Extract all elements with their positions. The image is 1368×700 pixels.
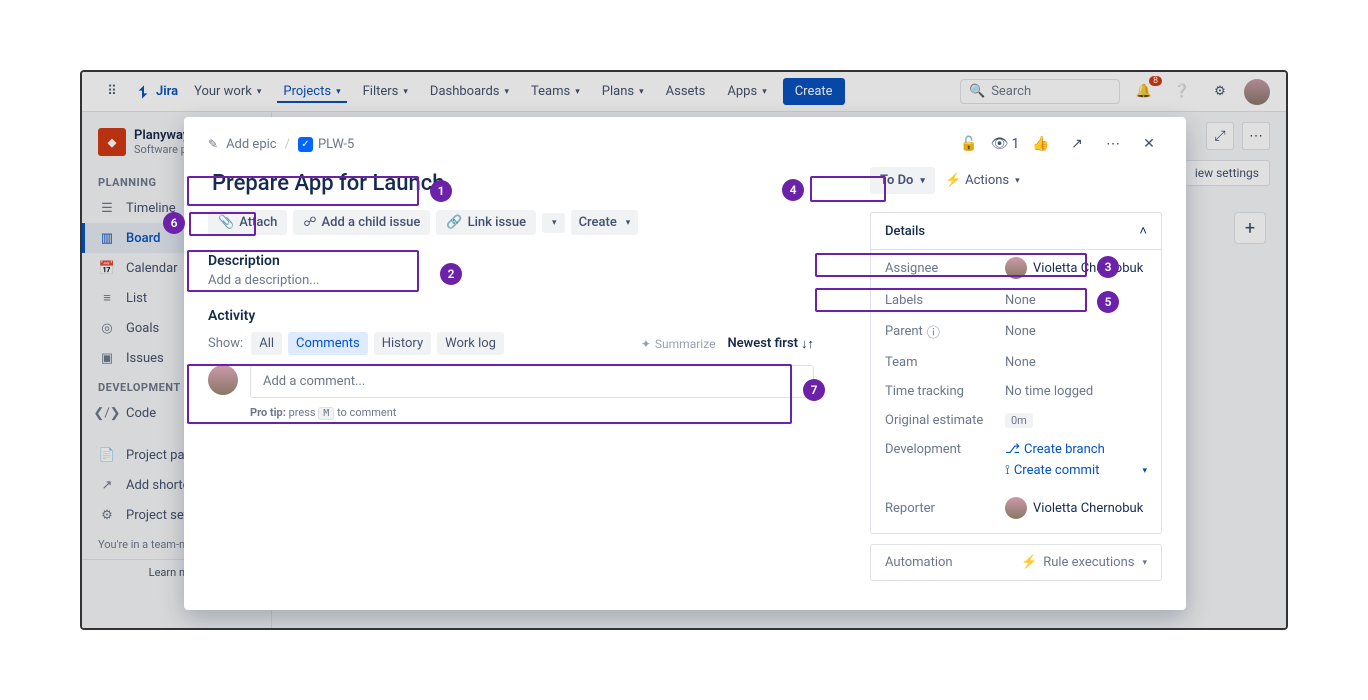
- branch-icon: ⎇: [1005, 442, 1020, 457]
- nav-projects[interactable]: Projects▾: [277, 80, 346, 103]
- tab-comments[interactable]: Comments: [288, 332, 368, 355]
- time-tracking-label: Time tracking: [885, 384, 1005, 399]
- create-button[interactable]: Create: [783, 78, 845, 105]
- tab-worklog[interactable]: Work log: [437, 332, 504, 355]
- pro-tip: Pro tip: press M to comment: [250, 406, 814, 419]
- user-avatar: [208, 365, 238, 395]
- pages-icon: 📄: [98, 446, 116, 464]
- jira-logo[interactable]: Jira: [136, 84, 178, 100]
- bolt-icon: ⚡: [945, 173, 961, 188]
- automation-panel[interactable]: Automation ⚡Rule executions▾: [870, 544, 1162, 581]
- close-icon[interactable]: ✕: [1136, 131, 1162, 157]
- profile-avatar[interactable]: [1244, 79, 1270, 105]
- more-icon[interactable]: ⋯: [1242, 122, 1270, 150]
- issue-key[interactable]: ✓ PLW-5: [298, 137, 354, 152]
- gear-icon: ⚙: [98, 506, 116, 524]
- comment-input[interactable]: Add a comment...: [250, 365, 814, 398]
- nav-apps[interactable]: Apps▾: [721, 80, 772, 103]
- reporter-avatar: [1005, 497, 1027, 519]
- estimate-label: Original estimate: [885, 413, 1005, 428]
- child-issue-icon: ☍: [303, 215, 316, 230]
- details-toggle[interactable]: Details ˄: [871, 213, 1161, 250]
- reporter-value[interactable]: Violetta Chernobuk: [1005, 497, 1147, 519]
- nav-filters[interactable]: Filters▾: [357, 80, 414, 103]
- labels-label: Labels: [885, 293, 1005, 308]
- create-dropdown-button[interactable]: Create▾: [571, 210, 639, 235]
- help-icon[interactable]: ❔: [1168, 78, 1196, 106]
- top-navigation: ⠿ Jira Your work▾ Projects▾ Filters▾ Das…: [82, 72, 1286, 112]
- summarize-button[interactable]: ✦Summarize: [635, 335, 722, 353]
- issue-modal: ✎ Add epic / ✓ PLW-5 🔓 👁 1 👍 ↗ ⋯ ✕ Prepa…: [184, 117, 1186, 610]
- vote-icon[interactable]: 👍: [1028, 131, 1054, 157]
- team-value[interactable]: None: [1005, 355, 1147, 370]
- project-icon: ◆: [98, 128, 126, 156]
- sort-icon: ↓↑: [801, 336, 814, 352]
- create-branch-link[interactable]: ⎇Create branch: [1005, 442, 1105, 457]
- commit-icon: ⟟: [1005, 463, 1010, 478]
- more-actions-icon[interactable]: ⋯: [1100, 131, 1126, 157]
- edit-icon: ✎: [208, 137, 218, 151]
- issue-title[interactable]: Prepare App for Launch: [208, 167, 814, 200]
- goals-icon: ◎: [98, 319, 116, 337]
- list-icon: ≡: [98, 289, 116, 307]
- show-label: Show:: [208, 336, 243, 351]
- code-icon: ❮/❯: [98, 404, 116, 422]
- sort-button[interactable]: Newest first ↓↑: [727, 336, 814, 352]
- calendar-icon: 📅: [98, 259, 116, 277]
- link-issue-button[interactable]: 🔗Link issue: [436, 210, 536, 235]
- bolt-icon: ⚡: [1021, 555, 1037, 570]
- notifications-icon[interactable]: 🔔8: [1130, 78, 1158, 106]
- issues-icon: ▣: [98, 349, 116, 367]
- task-type-icon: ✓: [298, 137, 313, 152]
- activity-label: Activity: [208, 308, 814, 324]
- estimate-value[interactable]: 0m: [1005, 413, 1147, 428]
- time-tracking-value[interactable]: No time logged: [1005, 384, 1147, 399]
- timeline-icon: ☰: [98, 199, 116, 217]
- create-commit-link[interactable]: ⟟Create commit▾: [1005, 463, 1147, 478]
- nav-teams[interactable]: Teams▾: [525, 80, 586, 103]
- view-settings-button[interactable]: iew settings: [1184, 160, 1270, 186]
- status-dropdown[interactable]: To Do▾: [870, 167, 935, 194]
- nav-your-work[interactable]: Your work▾: [188, 80, 267, 103]
- add-epic-link[interactable]: Add epic: [226, 137, 277, 152]
- team-label: Team: [885, 355, 1005, 370]
- details-panel: Details ˄ Assignee Violetta Chernobuk La…: [870, 212, 1162, 534]
- tab-all[interactable]: All: [251, 332, 282, 355]
- chevron-up-icon: ˄: [1139, 223, 1147, 239]
- watch-button[interactable]: 👁 1: [992, 131, 1018, 157]
- link-dropdown[interactable]: ▾: [542, 213, 565, 233]
- search-icon: 🔍: [969, 84, 985, 99]
- board-icon: ▥: [98, 229, 116, 247]
- chevron-down-icon: ▾: [1142, 466, 1147, 476]
- nav-dashboards[interactable]: Dashboards▾: [424, 80, 515, 103]
- development-label: Development: [885, 442, 1005, 457]
- parent-label: Parentⓘ: [885, 322, 1005, 341]
- actions-dropdown[interactable]: ⚡Actions▾: [945, 173, 1020, 188]
- assignee-label: Assignee: [885, 261, 1005, 276]
- assignee-value[interactable]: Violetta Chernobuk: [1005, 257, 1147, 279]
- labels-value[interactable]: None: [1005, 293, 1147, 308]
- reporter-label: Reporter: [885, 501, 1005, 516]
- tab-history[interactable]: History: [374, 332, 431, 355]
- shortcut-icon: ↗: [98, 476, 116, 494]
- parent-value[interactable]: None: [1005, 324, 1147, 339]
- description-field[interactable]: Add a description...: [208, 273, 814, 288]
- settings-icon[interactable]: ⚙: [1206, 78, 1234, 106]
- share-icon[interactable]: ↗: [1064, 131, 1090, 157]
- attach-icon: 📎: [218, 215, 234, 230]
- app-switcher-icon[interactable]: ⠿: [98, 78, 126, 106]
- lock-icon[interactable]: 🔓: [956, 131, 982, 157]
- assignee-avatar: [1005, 257, 1027, 279]
- attach-button[interactable]: 📎Attach: [208, 210, 287, 235]
- info-icon: ⓘ: [927, 322, 940, 341]
- description-label: Description: [208, 253, 814, 269]
- search-input[interactable]: 🔍 Search: [960, 79, 1120, 104]
- ai-icon: ✦: [641, 337, 651, 351]
- expand-icon[interactable]: ⤢: [1206, 122, 1234, 150]
- add-column-button[interactable]: +: [1234, 212, 1266, 244]
- link-icon: 🔗: [446, 215, 462, 230]
- add-child-issue-button[interactable]: ☍Add a child issue: [293, 210, 430, 235]
- nav-plans[interactable]: Plans▾: [596, 80, 650, 103]
- nav-assets[interactable]: Assets: [660, 80, 712, 103]
